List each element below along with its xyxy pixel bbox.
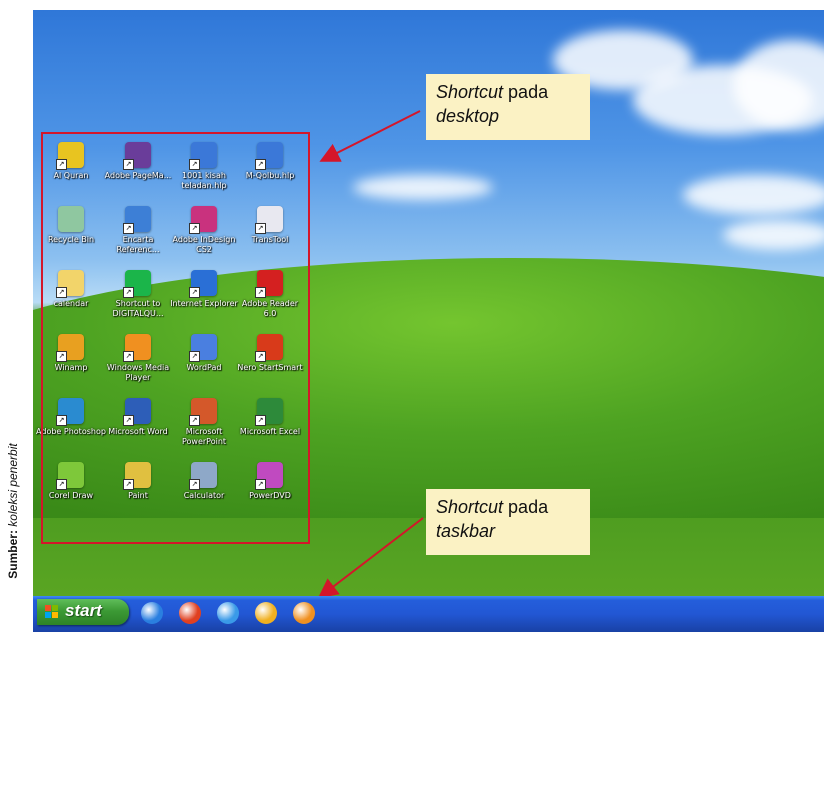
taskbar-callout-arrow — [317, 517, 424, 599]
taskbar: start — [33, 596, 824, 632]
credit-source: koleksi penerbit — [6, 443, 20, 527]
outlook-express-icon[interactable] — [217, 602, 239, 624]
media-player-icon[interactable] — [293, 602, 315, 624]
callout-line-2: desktop — [436, 104, 580, 128]
source-credit: Sumber: koleksi penerbit — [0, 0, 32, 632]
callout-line-1: Shortcut pada — [436, 80, 580, 104]
start-label: start — [65, 601, 102, 620]
desktop-shortcut-callout: Shortcut pada desktop — [426, 74, 590, 140]
nero-icon[interactable] — [179, 602, 201, 624]
desktop[interactable]: ↗ Al Quran ↗ Adobe PageMa... ↗ 1001 kisah tel… — [33, 10, 824, 632]
callout-emphasis: Shortcut — [436, 82, 504, 102]
winamp-icon[interactable] — [255, 602, 277, 624]
callout-line-1: Shortcut pada — [436, 495, 580, 519]
start-button[interactable]: start — [37, 599, 129, 625]
source-credit-text: Sumber: koleksi penerbit — [6, 211, 20, 811]
callout-line-2: taskbar — [436, 519, 580, 543]
desktop-callout-arrow — [319, 110, 421, 162]
callout-emphasis: Shortcut — [436, 497, 504, 517]
internet-explorer-icon[interactable] — [141, 602, 163, 624]
callout-emphasis: desktop — [436, 106, 500, 126]
callout-text: pada — [503, 82, 549, 102]
credit-label: Sumber: — [6, 530, 20, 579]
callout-text: pada — [503, 497, 549, 517]
callout-emphasis: taskbar — [436, 521, 496, 541]
taskbar-shortcut-callout: Shortcut pada taskbar — [426, 489, 590, 555]
windows-logo-icon — [45, 605, 58, 618]
